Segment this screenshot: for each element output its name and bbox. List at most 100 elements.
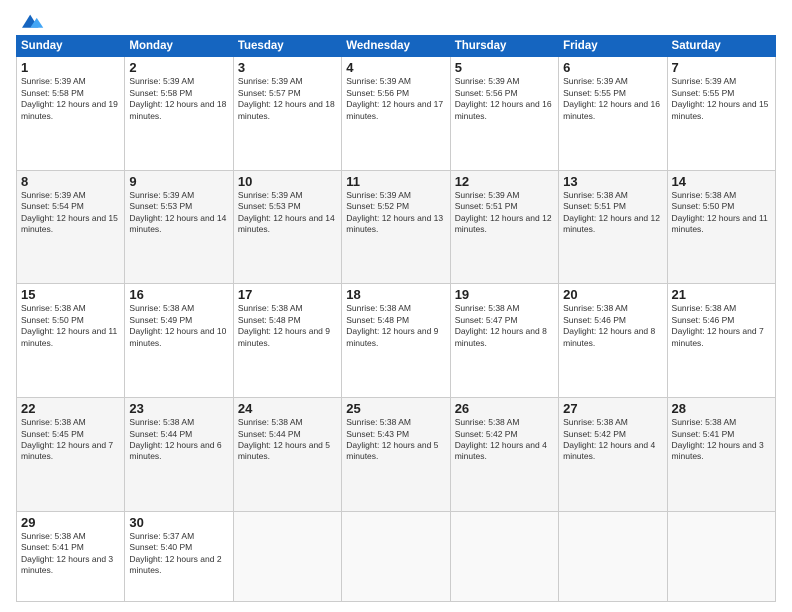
day-number: 21 [672, 287, 771, 302]
day-number: 28 [672, 401, 771, 416]
calendar-cell: 29 Sunrise: 5:38 AM Sunset: 5:41 PM Dayl… [17, 511, 125, 601]
calendar-cell [233, 511, 341, 601]
cell-info: Sunrise: 5:37 AM Sunset: 5:40 PM Dayligh… [129, 531, 228, 577]
calendar-cell [559, 511, 667, 601]
cell-info: Sunrise: 5:39 AM Sunset: 5:55 PM Dayligh… [672, 76, 771, 122]
calendar-cell [342, 511, 450, 601]
calendar-cell [450, 511, 558, 601]
cell-info: Sunrise: 5:39 AM Sunset: 5:53 PM Dayligh… [238, 190, 337, 236]
day-number: 7 [672, 60, 771, 75]
day-header-monday: Monday [125, 36, 233, 57]
calendar-week-2: 15 Sunrise: 5:38 AM Sunset: 5:50 PM Dayl… [17, 284, 776, 398]
calendar-cell: 12 Sunrise: 5:39 AM Sunset: 5:51 PM Dayl… [450, 170, 558, 284]
cell-info: Sunrise: 5:38 AM Sunset: 5:46 PM Dayligh… [672, 303, 771, 349]
day-header-saturday: Saturday [667, 36, 775, 57]
day-number: 15 [21, 287, 120, 302]
calendar-cell: 23 Sunrise: 5:38 AM Sunset: 5:44 PM Dayl… [125, 398, 233, 512]
day-number: 12 [455, 174, 554, 189]
cell-info: Sunrise: 5:38 AM Sunset: 5:41 PM Dayligh… [21, 531, 120, 577]
cell-info: Sunrise: 5:38 AM Sunset: 5:46 PM Dayligh… [563, 303, 662, 349]
calendar-cell: 28 Sunrise: 5:38 AM Sunset: 5:41 PM Dayl… [667, 398, 775, 512]
calendar-cell: 21 Sunrise: 5:38 AM Sunset: 5:46 PM Dayl… [667, 284, 775, 398]
calendar-week-0: 1 Sunrise: 5:39 AM Sunset: 5:58 PM Dayli… [17, 57, 776, 171]
cell-info: Sunrise: 5:39 AM Sunset: 5:57 PM Dayligh… [238, 76, 337, 122]
cell-info: Sunrise: 5:38 AM Sunset: 5:47 PM Dayligh… [455, 303, 554, 349]
calendar-cell: 5 Sunrise: 5:39 AM Sunset: 5:56 PM Dayli… [450, 57, 558, 171]
day-number: 16 [129, 287, 228, 302]
calendar-cell: 14 Sunrise: 5:38 AM Sunset: 5:50 PM Dayl… [667, 170, 775, 284]
day-number: 26 [455, 401, 554, 416]
day-number: 18 [346, 287, 445, 302]
cell-info: Sunrise: 5:39 AM Sunset: 5:52 PM Dayligh… [346, 190, 445, 236]
cell-info: Sunrise: 5:38 AM Sunset: 5:48 PM Dayligh… [346, 303, 445, 349]
calendar-cell: 4 Sunrise: 5:39 AM Sunset: 5:56 PM Dayli… [342, 57, 450, 171]
cell-info: Sunrise: 5:38 AM Sunset: 5:50 PM Dayligh… [672, 190, 771, 236]
days-header-row: SundayMondayTuesdayWednesdayThursdayFrid… [17, 36, 776, 57]
calendar-week-3: 22 Sunrise: 5:38 AM Sunset: 5:45 PM Dayl… [17, 398, 776, 512]
day-header-sunday: Sunday [17, 36, 125, 57]
day-header-wednesday: Wednesday [342, 36, 450, 57]
cell-info: Sunrise: 5:38 AM Sunset: 5:43 PM Dayligh… [346, 417, 445, 463]
day-number: 2 [129, 60, 228, 75]
day-number: 22 [21, 401, 120, 416]
cell-info: Sunrise: 5:38 AM Sunset: 5:51 PM Dayligh… [563, 190, 662, 236]
day-header-friday: Friday [559, 36, 667, 57]
calendar-table: SundayMondayTuesdayWednesdayThursdayFrid… [16, 35, 776, 602]
day-number: 14 [672, 174, 771, 189]
calendar-cell: 24 Sunrise: 5:38 AM Sunset: 5:44 PM Dayl… [233, 398, 341, 512]
day-number: 8 [21, 174, 120, 189]
logo-area [16, 12, 44, 29]
cell-info: Sunrise: 5:38 AM Sunset: 5:42 PM Dayligh… [563, 417, 662, 463]
day-number: 11 [346, 174, 445, 189]
cell-info: Sunrise: 5:39 AM Sunset: 5:58 PM Dayligh… [21, 76, 120, 122]
calendar-cell: 11 Sunrise: 5:39 AM Sunset: 5:52 PM Dayl… [342, 170, 450, 284]
day-number: 30 [129, 515, 228, 530]
day-number: 20 [563, 287, 662, 302]
calendar-body: 1 Sunrise: 5:39 AM Sunset: 5:58 PM Dayli… [17, 57, 776, 602]
calendar-cell: 6 Sunrise: 5:39 AM Sunset: 5:55 PM Dayli… [559, 57, 667, 171]
day-number: 9 [129, 174, 228, 189]
calendar-cell: 13 Sunrise: 5:38 AM Sunset: 5:51 PM Dayl… [559, 170, 667, 284]
header [16, 12, 776, 29]
calendar-cell: 26 Sunrise: 5:38 AM Sunset: 5:42 PM Dayl… [450, 398, 558, 512]
cell-info: Sunrise: 5:39 AM Sunset: 5:54 PM Dayligh… [21, 190, 120, 236]
calendar-week-1: 8 Sunrise: 5:39 AM Sunset: 5:54 PM Dayli… [17, 170, 776, 284]
day-number: 1 [21, 60, 120, 75]
calendar-cell: 22 Sunrise: 5:38 AM Sunset: 5:45 PM Dayl… [17, 398, 125, 512]
calendar-cell: 10 Sunrise: 5:39 AM Sunset: 5:53 PM Dayl… [233, 170, 341, 284]
day-number: 17 [238, 287, 337, 302]
calendar-cell: 15 Sunrise: 5:38 AM Sunset: 5:50 PM Dayl… [17, 284, 125, 398]
cell-info: Sunrise: 5:38 AM Sunset: 5:45 PM Dayligh… [21, 417, 120, 463]
calendar-cell [667, 511, 775, 601]
calendar-cell: 1 Sunrise: 5:39 AM Sunset: 5:58 PM Dayli… [17, 57, 125, 171]
day-number: 6 [563, 60, 662, 75]
calendar-cell: 20 Sunrise: 5:38 AM Sunset: 5:46 PM Dayl… [559, 284, 667, 398]
calendar-cell: 9 Sunrise: 5:39 AM Sunset: 5:53 PM Dayli… [125, 170, 233, 284]
logo-text [16, 12, 44, 31]
calendar-cell: 25 Sunrise: 5:38 AM Sunset: 5:43 PM Dayl… [342, 398, 450, 512]
day-number: 10 [238, 174, 337, 189]
calendar-cell: 17 Sunrise: 5:38 AM Sunset: 5:48 PM Dayl… [233, 284, 341, 398]
calendar-cell: 18 Sunrise: 5:38 AM Sunset: 5:48 PM Dayl… [342, 284, 450, 398]
day-number: 24 [238, 401, 337, 416]
cell-info: Sunrise: 5:39 AM Sunset: 5:56 PM Dayligh… [455, 76, 554, 122]
day-number: 25 [346, 401, 445, 416]
cell-info: Sunrise: 5:39 AM Sunset: 5:58 PM Dayligh… [129, 76, 228, 122]
calendar-cell: 2 Sunrise: 5:39 AM Sunset: 5:58 PM Dayli… [125, 57, 233, 171]
cell-info: Sunrise: 5:39 AM Sunset: 5:56 PM Dayligh… [346, 76, 445, 122]
day-number: 5 [455, 60, 554, 75]
day-number: 19 [455, 287, 554, 302]
cell-info: Sunrise: 5:38 AM Sunset: 5:41 PM Dayligh… [672, 417, 771, 463]
day-number: 3 [238, 60, 337, 75]
cell-info: Sunrise: 5:38 AM Sunset: 5:48 PM Dayligh… [238, 303, 337, 349]
cell-info: Sunrise: 5:39 AM Sunset: 5:55 PM Dayligh… [563, 76, 662, 122]
page: SundayMondayTuesdayWednesdayThursdayFrid… [0, 0, 792, 612]
cell-info: Sunrise: 5:38 AM Sunset: 5:42 PM Dayligh… [455, 417, 554, 463]
calendar-cell: 30 Sunrise: 5:37 AM Sunset: 5:40 PM Dayl… [125, 511, 233, 601]
calendar-cell: 8 Sunrise: 5:39 AM Sunset: 5:54 PM Dayli… [17, 170, 125, 284]
logo-icon [18, 13, 44, 31]
cell-info: Sunrise: 5:39 AM Sunset: 5:53 PM Dayligh… [129, 190, 228, 236]
cell-info: Sunrise: 5:39 AM Sunset: 5:51 PM Dayligh… [455, 190, 554, 236]
day-number: 13 [563, 174, 662, 189]
calendar-cell: 16 Sunrise: 5:38 AM Sunset: 5:49 PM Dayl… [125, 284, 233, 398]
